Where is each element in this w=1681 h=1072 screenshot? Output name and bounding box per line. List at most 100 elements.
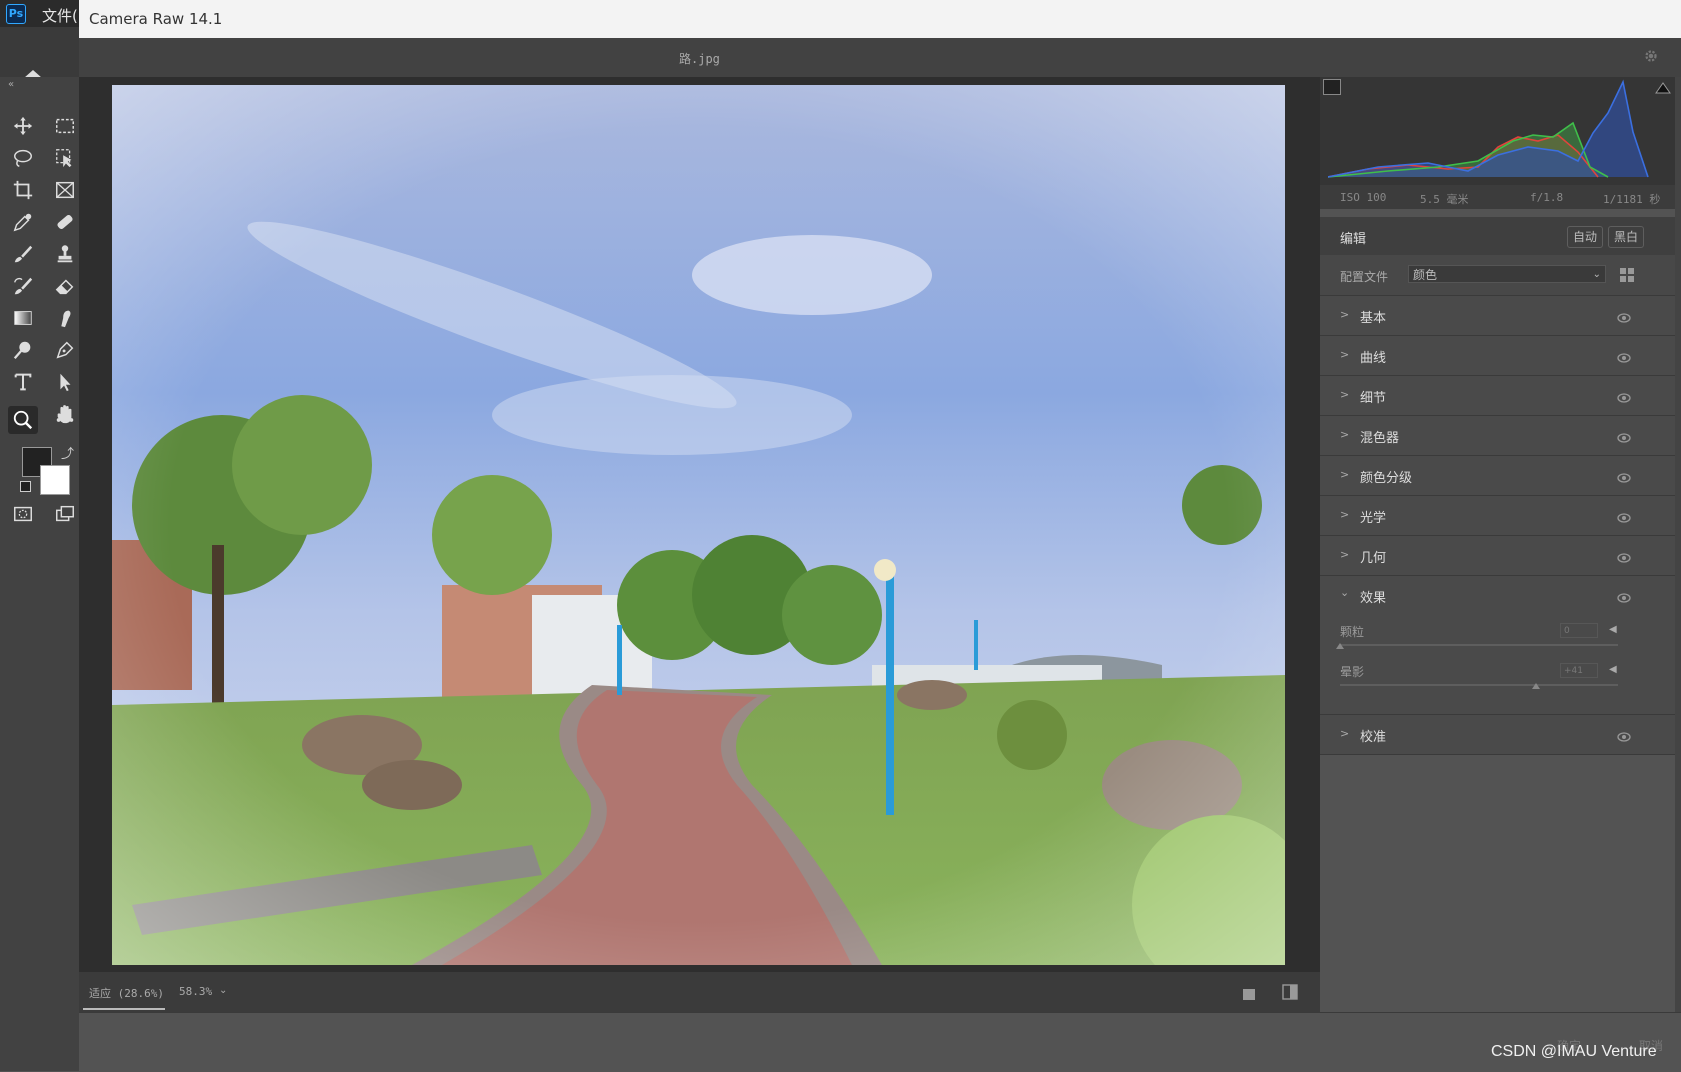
section-curves[interactable]: > 曲线 xyxy=(1320,336,1675,376)
eye-icon[interactable] xyxy=(1617,509,1631,523)
section-label: 基本 xyxy=(1360,311,1387,326)
photo-image xyxy=(112,85,1312,995)
vignette-slider-thumb[interactable] xyxy=(1531,683,1540,689)
chevron-right-icon: > xyxy=(1340,388,1350,401)
edit-panel: ISO 100 5.5 毫米 f/1.8 1/1181 秒 编辑 自动 黑白 配… xyxy=(1320,77,1675,1012)
eye-icon[interactable] xyxy=(1617,728,1631,742)
history-brush-icon[interactable] xyxy=(8,272,38,300)
eye-icon[interactable] xyxy=(1617,389,1631,403)
frame-tool-icon[interactable] xyxy=(50,176,80,204)
gradient-tool-icon[interactable] xyxy=(8,304,38,332)
smudge-tool-icon[interactable] xyxy=(50,304,80,332)
zoom-fit-underline xyxy=(83,1008,165,1010)
section-calibration[interactable]: > 校准 xyxy=(1320,715,1675,755)
before-after-icon[interactable] xyxy=(1282,983,1298,1001)
eraser-tool-icon[interactable] xyxy=(50,272,80,300)
grain-value-input[interactable]: 0 xyxy=(1560,623,1598,638)
marquee-tool-icon[interactable] xyxy=(50,112,80,140)
camera-raw-dialog: Camera Raw 14.1 路.jpg 适应 (28.6%) 58.3% ⌄… xyxy=(79,0,1681,1072)
vignette-reset-icon[interactable]: ◀ xyxy=(1609,664,1617,675)
eye-icon[interactable] xyxy=(1617,469,1631,483)
section-effects[interactable]: ⌄ 效果 xyxy=(1320,576,1675,615)
section-optics[interactable]: > 光学 xyxy=(1320,496,1675,536)
lasso-tool-icon[interactable] xyxy=(8,144,38,172)
section-label: 曲线 xyxy=(1360,351,1387,366)
grain-reset-icon[interactable]: ◀ xyxy=(1609,624,1617,635)
path-selection-icon[interactable] xyxy=(50,368,80,396)
eye-icon[interactable] xyxy=(1617,589,1631,603)
vignette-value-input[interactable]: +41 xyxy=(1560,663,1598,678)
section-label: 光学 xyxy=(1360,511,1387,526)
gear-icon[interactable] xyxy=(1642,47,1662,67)
eye-icon[interactable] xyxy=(1617,429,1631,443)
profile-browser-icon[interactable] xyxy=(1620,267,1634,282)
chevron-right-icon: > xyxy=(1340,727,1350,740)
section-color-mixer[interactable]: > 混色器 xyxy=(1320,416,1675,456)
object-selection-icon[interactable] xyxy=(50,144,80,172)
profile-label: 配置文件 xyxy=(1340,270,1389,284)
zoom-percent-button[interactable]: 58.3% xyxy=(179,985,212,998)
zoom-dropdown-icon[interactable]: ⌄ xyxy=(219,985,227,996)
section-label: 细节 xyxy=(1360,391,1387,406)
preview-header: 路.jpg xyxy=(79,38,1681,77)
grain-slider-thumb[interactable] xyxy=(1336,643,1344,649)
grain-label: 颗粒 xyxy=(1340,625,1365,639)
eye-icon[interactable] xyxy=(1617,349,1631,363)
swap-colors-icon[interactable]: ⤴ xyxy=(61,443,74,462)
type-tool-icon[interactable] xyxy=(8,368,38,396)
single-view-icon[interactable] xyxy=(1242,986,1256,1000)
ps-options-bar xyxy=(0,27,79,87)
preview-area xyxy=(79,77,1320,995)
profile-select-value: 颜色 xyxy=(1413,268,1438,282)
effects-panel: 颗粒 0 ◀ 晕影 +41 ◀ xyxy=(1320,615,1675,715)
photo-preview[interactable] xyxy=(112,85,1312,995)
section-color-grading[interactable]: > 颜色分级 xyxy=(1320,456,1675,496)
iso-value: ISO 100 xyxy=(1340,191,1387,204)
quick-mask-icon[interactable] xyxy=(8,500,38,528)
black-white-button[interactable]: 黑白 xyxy=(1608,226,1644,248)
section-detail[interactable]: > 细节 xyxy=(1320,376,1675,416)
eye-icon[interactable] xyxy=(1617,309,1631,323)
photoshop-logo: Ps xyxy=(6,4,26,24)
clone-stamp-icon[interactable] xyxy=(50,240,80,268)
profile-row: 配置文件 颜色 ⌄ xyxy=(1320,255,1675,296)
aperture-value: f/1.8 xyxy=(1530,191,1564,204)
eyedropper-tool-icon[interactable] xyxy=(8,208,38,236)
zoom-fit-button[interactable]: 适应 (28.6%) xyxy=(89,985,164,1001)
dodge-tool-icon[interactable] xyxy=(8,336,38,364)
brush-tool-icon[interactable] xyxy=(8,240,38,268)
screen-mode-icon[interactable] xyxy=(50,500,80,528)
chevron-right-icon: > xyxy=(1340,508,1350,521)
vignette-slider[interactable] xyxy=(1340,684,1618,686)
histogram xyxy=(1320,77,1675,185)
crop-tool-icon[interactable] xyxy=(8,176,38,204)
section-label: 校准 xyxy=(1360,730,1387,745)
section-geometry[interactable]: > 几何 xyxy=(1320,536,1675,576)
move-tool-icon[interactable] xyxy=(8,112,38,140)
auto-button[interactable]: 自动 xyxy=(1567,226,1603,248)
collapse-toolbar-icon[interactable]: « xyxy=(8,79,14,90)
section-label: 效果 xyxy=(1360,591,1387,606)
vignette-label: 晕影 xyxy=(1340,665,1365,679)
focal-length: 5.5 毫米 xyxy=(1420,193,1469,206)
default-colors-icon[interactable] xyxy=(20,481,31,492)
grain-slider[interactable] xyxy=(1340,644,1618,646)
section-label: 混色器 xyxy=(1360,431,1400,446)
histogram-graph xyxy=(1328,79,1668,178)
healing-brush-icon[interactable] xyxy=(50,208,80,236)
menu-file[interactable]: 文件( xyxy=(42,5,78,26)
watermark: CSDN @IMAU Venture xyxy=(1491,1043,1657,1060)
zoom-tool-icon[interactable] xyxy=(8,406,38,434)
section-basic[interactable]: > 基本 xyxy=(1320,296,1675,336)
profile-select[interactable]: 颜色 ⌄ xyxy=(1408,265,1606,283)
more-tools-icon[interactable] xyxy=(50,406,80,434)
preview-bottom-bar: 适应 (28.6%) 58.3% ⌄ xyxy=(79,972,1320,1012)
pen-tool-icon[interactable] xyxy=(50,336,80,364)
dialog-titlebar: Camera Raw 14.1 xyxy=(79,0,1681,38)
background-color-swatch[interactable] xyxy=(40,465,70,495)
panel-scrollbar[interactable] xyxy=(1675,77,1681,1012)
eye-icon[interactable] xyxy=(1617,549,1631,563)
dialog-title: Camera Raw 14.1 xyxy=(89,10,223,28)
chevron-right-icon: > xyxy=(1340,548,1350,561)
exif-info: ISO 100 5.5 毫米 f/1.8 1/1181 秒 xyxy=(1320,185,1675,209)
